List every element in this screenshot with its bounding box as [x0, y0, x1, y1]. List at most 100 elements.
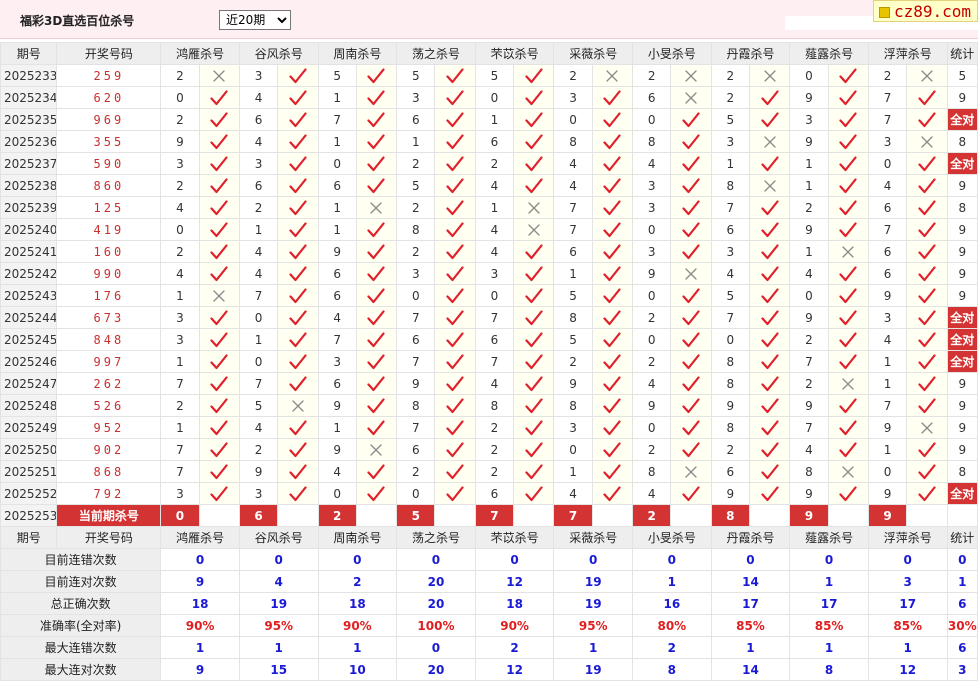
stats-value: 95% — [238, 614, 319, 637]
check-icon — [367, 265, 386, 282]
kill-number: 1 — [317, 196, 357, 219]
check-mark-icon — [827, 218, 869, 241]
kill-number: 6 — [317, 284, 357, 307]
check-icon — [367, 331, 386, 348]
header-expert: 周南杀号 — [317, 526, 398, 549]
cross-icon — [289, 398, 307, 414]
check-icon — [918, 111, 936, 128]
kill-number: 3 — [789, 108, 829, 131]
check-icon — [446, 265, 464, 282]
stat-count: 9 — [946, 438, 978, 461]
kill-number: 4 — [867, 174, 908, 197]
kill-number: 4 — [238, 240, 279, 263]
check-icon — [446, 353, 464, 370]
check-mark-icon — [591, 130, 634, 153]
site-logo[interactable]: cz89.com — [873, 0, 978, 22]
cross-mark-icon — [748, 130, 791, 153]
check-icon — [603, 221, 621, 238]
check-mark-icon — [827, 482, 869, 505]
check-mark-icon — [827, 328, 869, 351]
check-mark-icon — [434, 328, 476, 351]
cross-icon — [839, 244, 857, 260]
check-icon — [210, 441, 228, 458]
kill-number: 3 — [396, 86, 436, 109]
period-cell: 2025249 — [0, 416, 58, 439]
kill-number: 5 — [710, 108, 750, 131]
check-icon — [210, 353, 228, 370]
kill-number: 9 — [632, 262, 672, 285]
kill-number: 8 — [553, 306, 593, 329]
check-mark-icon — [198, 130, 240, 153]
check-icon — [603, 287, 621, 304]
kill-number: 8 — [474, 394, 515, 417]
check-mark-icon — [513, 108, 555, 131]
check-mark-icon — [277, 108, 319, 131]
kill-number: 2 — [238, 196, 279, 219]
check-icon — [839, 221, 857, 238]
period-cell: 2025233 — [0, 64, 58, 87]
check-mark-icon — [827, 196, 869, 219]
check-icon — [367, 463, 386, 480]
kill-number: 7 — [867, 394, 908, 417]
check-mark-icon — [748, 108, 791, 131]
kill-number: 8 — [553, 394, 593, 417]
check-mark-icon — [827, 416, 869, 439]
draw-number: 997 — [56, 350, 162, 373]
kill-number: 0 — [632, 328, 672, 351]
check-icon — [761, 243, 779, 260]
check-icon — [839, 265, 857, 282]
kill-number: 2 — [160, 108, 200, 131]
current-stat-empty — [946, 504, 978, 527]
kill-number: 6 — [867, 196, 908, 219]
kill-number: 2 — [710, 438, 750, 461]
table-row: 2025239 125 4 2 1 2 1 7 3 7 2 6 8 — [0, 196, 978, 219]
stats-label: 目前连错次数 — [0, 548, 162, 571]
check-mark-icon — [434, 350, 476, 373]
check-icon — [839, 419, 857, 436]
kill-number: 3 — [632, 174, 672, 197]
stats-value: 0 — [396, 636, 476, 659]
stats-value: 95% — [553, 614, 634, 637]
table-row: 2025249 952 1 4 1 7 2 3 0 8 7 9 9 — [0, 416, 978, 439]
stats-label: 最大连错次数 — [0, 636, 162, 659]
kill-number: 4 — [238, 86, 279, 109]
check-mark-icon — [355, 306, 398, 329]
check-icon — [367, 397, 386, 414]
period-cell: 2025236 — [0, 130, 58, 153]
stats-value: 85% — [867, 614, 948, 637]
kill-number: 3 — [160, 306, 200, 329]
kill-number: 1 — [317, 130, 357, 153]
check-icon — [210, 243, 228, 260]
check-icon — [525, 353, 543, 370]
check-icon — [839, 133, 857, 150]
check-icon — [761, 309, 779, 326]
kill-number: 0 — [632, 284, 672, 307]
current-period: 2025253 — [0, 504, 58, 527]
kill-number: 4 — [474, 240, 515, 263]
kill-number: 2 — [553, 350, 593, 373]
current-kill-number: 2 — [632, 504, 672, 527]
draw-number: 262 — [56, 372, 162, 395]
kill-number: 0 — [160, 218, 200, 241]
check-mark-icon — [434, 152, 476, 175]
kill-number: 7 — [160, 372, 200, 395]
check-mark-icon — [513, 86, 555, 109]
stats-value: 90% — [317, 614, 398, 637]
stat-count: 8 — [946, 460, 978, 483]
kill-number: 0 — [396, 482, 436, 505]
check-mark-icon — [670, 438, 712, 461]
kill-number: 8 — [632, 130, 672, 153]
period-range-select[interactable]: 近20期 — [219, 10, 291, 30]
stats-value: 1 — [160, 636, 240, 659]
cross-icon — [682, 266, 700, 282]
check-mark-icon — [670, 284, 712, 307]
period-cell: 2025242 — [0, 262, 58, 285]
top-bar: 福彩3D直选百位杀号 近20期 — [0, 0, 978, 39]
stats-value: 0 — [553, 548, 634, 571]
check-mark-icon — [277, 438, 319, 461]
check-icon — [761, 111, 779, 128]
kill-number: 6 — [632, 86, 672, 109]
kill-number: 2 — [632, 438, 672, 461]
check-mark-icon — [748, 262, 791, 285]
check-mark-icon — [591, 416, 634, 439]
